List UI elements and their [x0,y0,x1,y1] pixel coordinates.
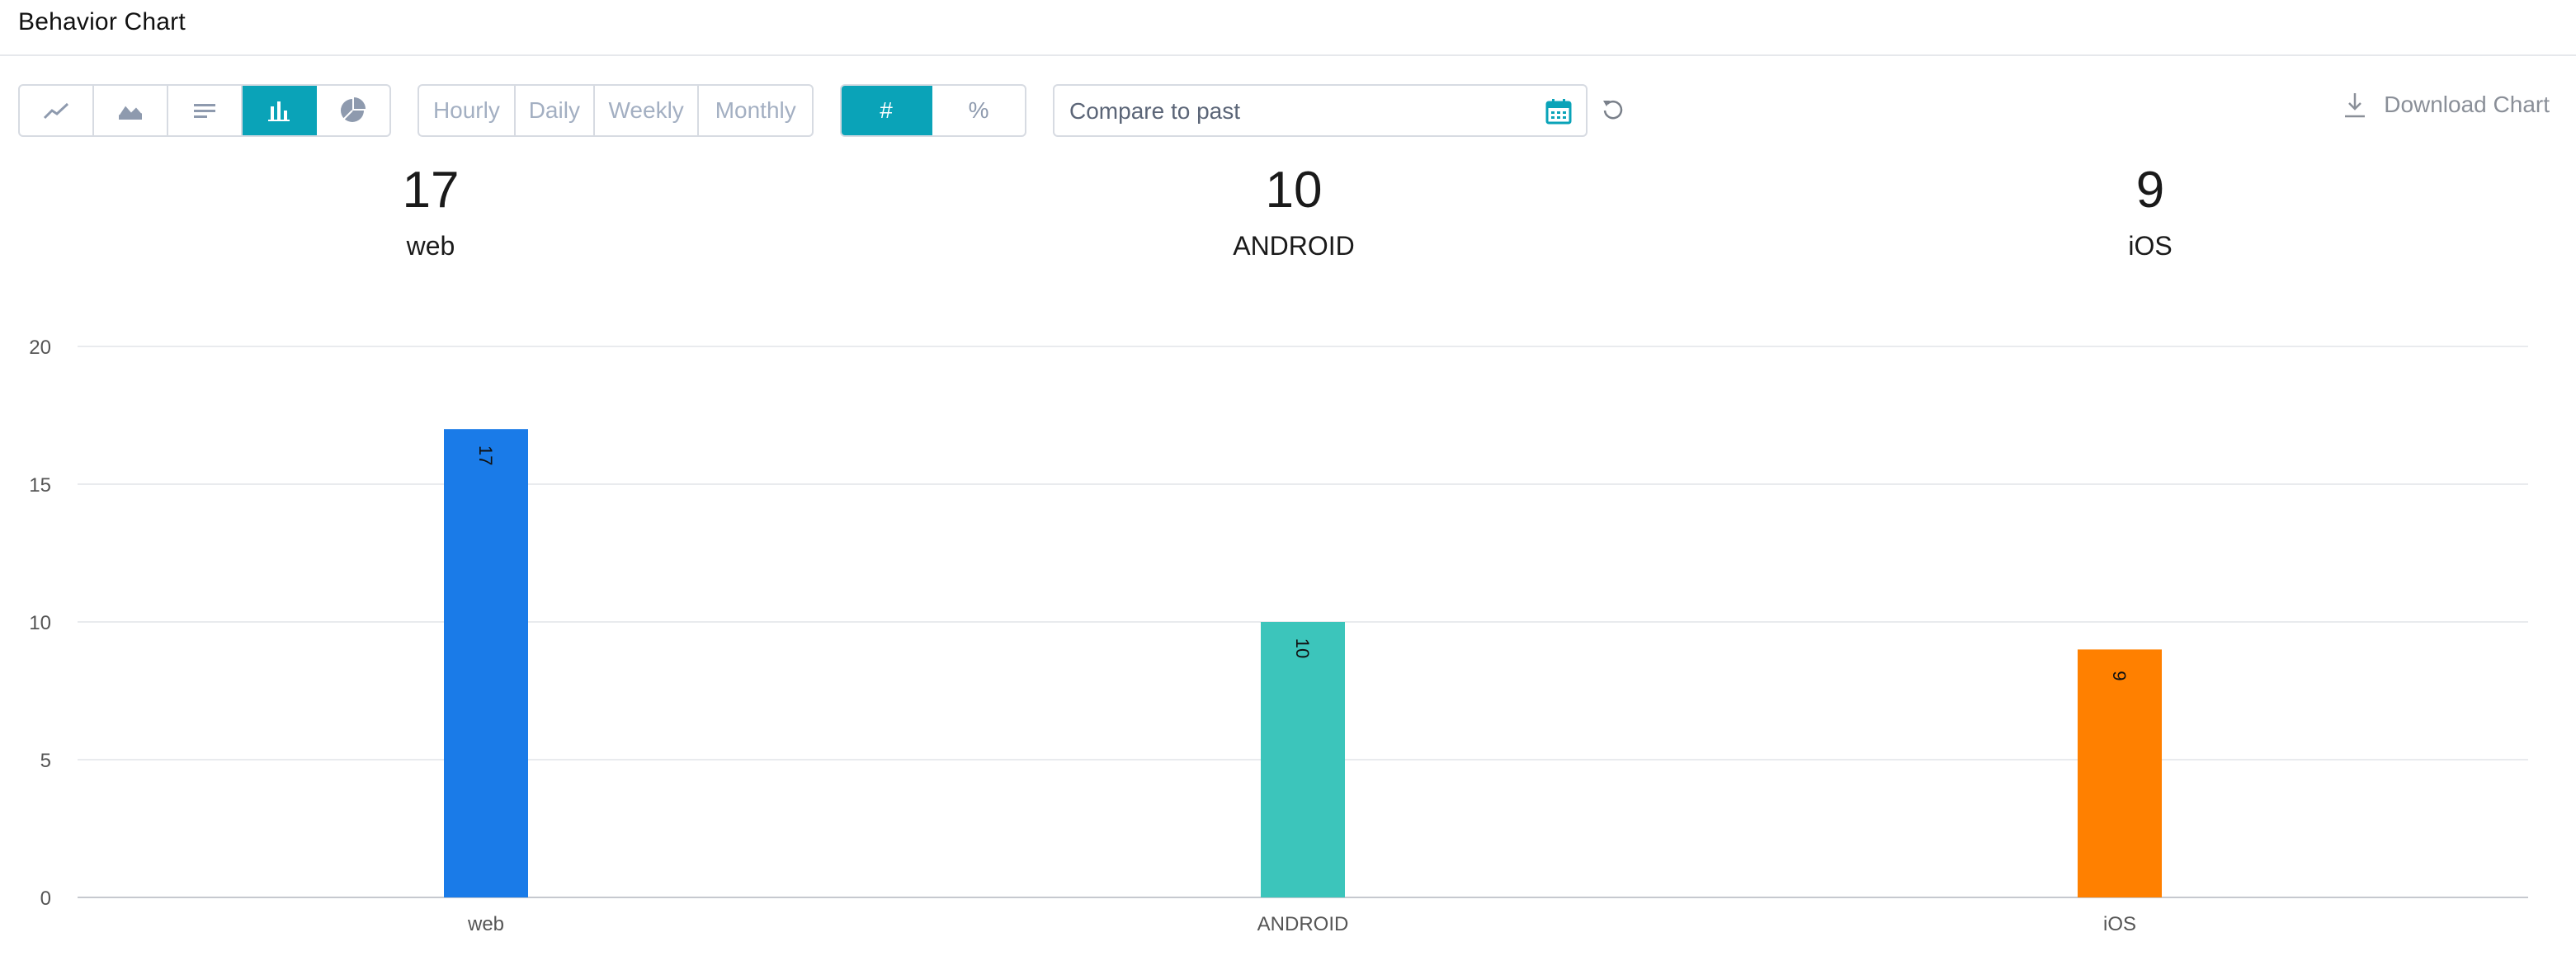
download-chart-label: Download Chart [2384,92,2550,117]
data-label: 17 [475,445,496,465]
pie-chart-icon [341,97,366,122]
download-chart-button[interactable]: Download Chart [2342,91,2550,119]
kpi-web: 17 web [307,165,554,261]
unit-count[interactable]: # [842,86,933,135]
kpi-label: iOS [2128,231,2173,261]
y-tick-label: 20 [29,337,51,359]
unit-percent[interactable]: % [932,86,1025,135]
pie-chart-button[interactable] [317,86,389,135]
kpi-value: 10 [1265,162,1323,219]
granularity-weekly[interactable]: Weekly [595,86,700,135]
compare-field [1053,84,1588,137]
horizontal-bar-button[interactable] [168,86,243,135]
line-chart-button[interactable] [20,86,94,135]
y-tick-label: 5 [40,750,51,772]
granularity-monthly[interactable]: Monthly [699,86,812,135]
data-label: 10 [1292,638,1313,658]
y-tick-label: 15 [29,474,51,497]
bar-chart: 0 5 10 15 20 17 web 10 ANDROID 9 iOS [29,337,2528,935]
granularity-hourly[interactable]: Hourly [419,86,516,135]
x-tick-label: iOS [2103,913,2136,935]
kpi-value: 9 [2135,162,2165,219]
page-title: Behavior Chart [18,8,186,35]
data-label: 9 [2109,671,2130,680]
x-tick-label: web [467,913,504,935]
header-bar: Behavior Chart [0,0,2576,56]
reset-icon[interactable] [1601,97,1625,122]
x-tick-label: ANDROID [1257,913,1349,935]
granularity-switcher: Hourly Daily Weekly Monthly [418,84,814,137]
bar-chart-button[interactable] [243,86,317,135]
area-chart-button[interactable] [94,86,168,135]
y-tick-label: 0 [40,888,51,910]
kpi-value: 17 [402,162,460,219]
horizontal-bar-icon [194,104,215,118]
chart-type-switcher [18,84,391,137]
granularity-daily[interactable]: Daily [516,86,595,135]
y-tick-label: 10 [29,612,51,634]
calendar-icon[interactable] [1545,97,1573,125]
kpi-label: web [406,231,455,261]
bar-web [444,429,528,897]
unit-switcher: # % [840,84,1026,137]
line-chart-icon [43,102,69,120]
kpi-label: ANDROID [1233,231,1355,261]
bar-android [1261,622,1345,897]
download-icon [2345,93,2366,118]
compare-input[interactable] [1068,92,1533,130]
bar-ios [2078,649,2162,897]
bar-chart-icon [268,101,290,121]
kpi-ios: 9 iOS [2026,165,2274,261]
kpi-android: 10 ANDROID [1170,165,1418,261]
area-chart-icon [118,103,143,120]
